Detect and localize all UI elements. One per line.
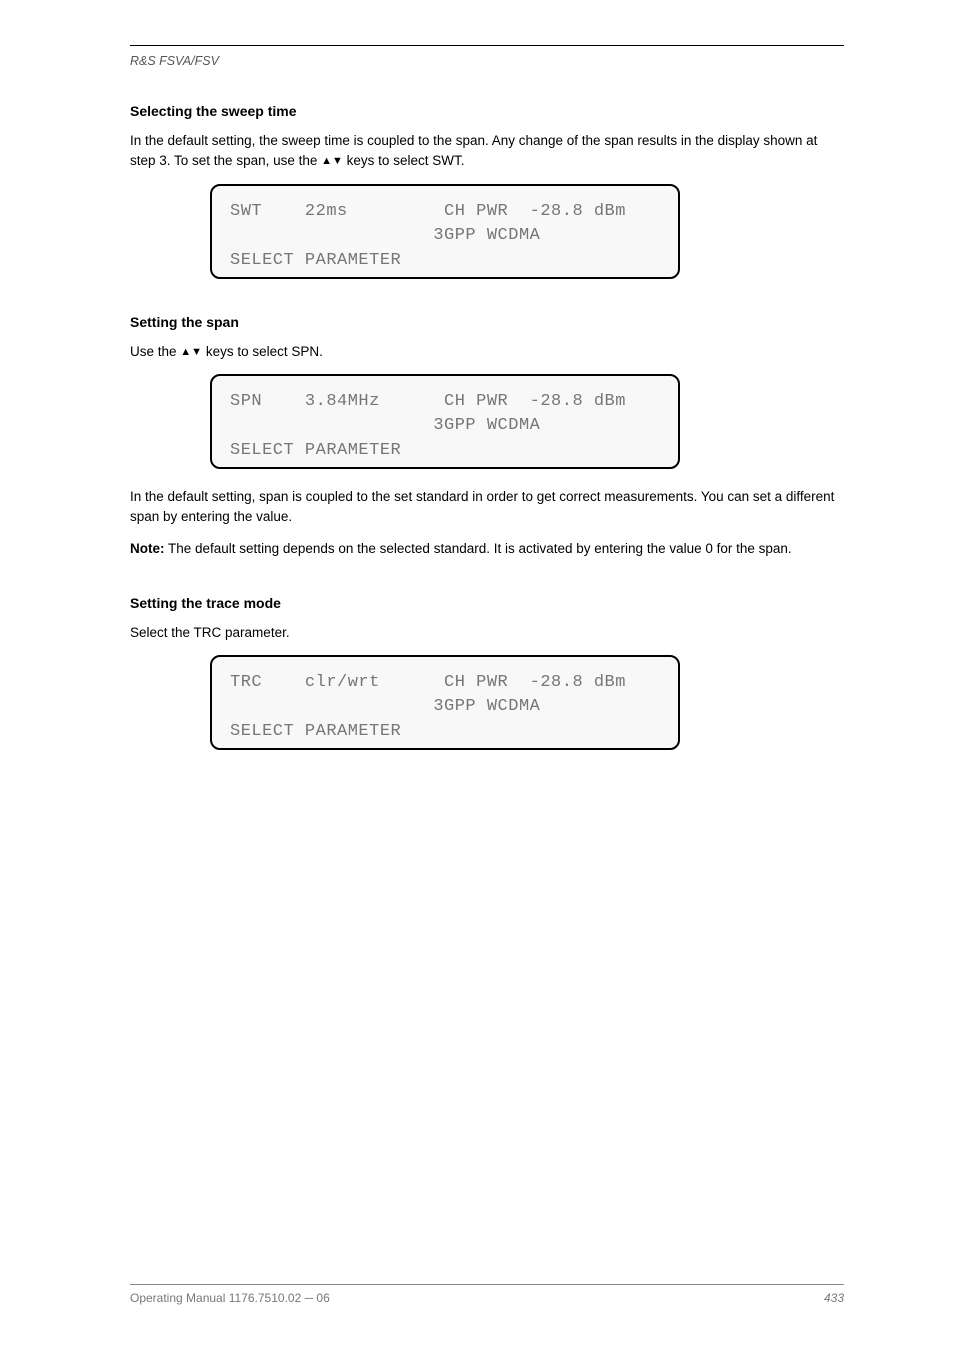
lcd-line-2: 3GPP WCDMA: [230, 226, 540, 245]
page-footer: Operating Manual 1176.7510.02 ─ 06 433: [130, 1284, 844, 1305]
note-label: Note:: [130, 541, 165, 556]
header-rule: [130, 45, 844, 46]
lcd-display-trc: TRC clr/wrt CH PWR -28.8 dBm 3GPP WCDMA …: [210, 655, 680, 750]
text-segment: Use the: [130, 344, 180, 359]
lcd-line-1: SPN 3.84MHz CH PWR -28.8 dBm: [230, 392, 626, 411]
lcd-line-1: TRC clr/wrt CH PWR -28.8 dBm: [230, 673, 626, 692]
up-triangle-icon: ▲: [321, 155, 332, 167]
footer-left: Operating Manual 1176.7510.02 ─ 06: [130, 1291, 330, 1305]
para-span-1: Use the ▲▼ keys to select SPN.: [130, 342, 844, 362]
text-segment: In the default setting, the sweep time i…: [130, 133, 817, 168]
para-sweep-time: In the default setting, the sweep time i…: [130, 131, 844, 172]
section-trace-mode: Setting the trace mode Select the TRC pa…: [130, 595, 844, 750]
lcd-line-1: SWT 22ms CH PWR -28.8 dBm: [230, 202, 626, 221]
section-sweep-time: Selecting the sweep time In the default …: [130, 103, 844, 279]
lcd-line-3: SELECT PARAMETER: [230, 722, 401, 741]
page-number: 433: [824, 1291, 844, 1305]
footer-rule: [130, 1284, 844, 1285]
note-span: Note: The default setting depends on the…: [130, 539, 844, 559]
lcd-display-swt: SWT 22ms CH PWR -28.8 dBm 3GPP WCDMA SEL…: [210, 184, 680, 279]
footer-row: Operating Manual 1176.7510.02 ─ 06 433: [130, 1291, 844, 1305]
breadcrumb: R&S FSVA/FSV: [130, 54, 844, 68]
text-segment: keys to select SPN.: [202, 344, 323, 359]
note-text: The default setting depends on the selec…: [165, 541, 792, 556]
up-triangle-icon: ▲: [180, 346, 191, 358]
heading-span: Setting the span: [130, 314, 844, 330]
down-triangle-icon: ▼: [191, 346, 202, 358]
para-trace-mode: Select the TRC parameter.: [130, 623, 844, 643]
lcd-line-3: SELECT PARAMETER: [230, 251, 401, 270]
section-span: Setting the span Use the ▲▼ keys to sele…: [130, 314, 844, 560]
lcd-line-2: 3GPP WCDMA: [230, 697, 540, 716]
lcd-line-2: 3GPP WCDMA: [230, 416, 540, 435]
heading-trace-mode: Setting the trace mode: [130, 595, 844, 611]
para-span-2: In the default setting, span is coupled …: [130, 487, 844, 528]
text-segment: keys to select SWT.: [343, 153, 465, 168]
page-header: R&S FSVA/FSV: [130, 45, 844, 68]
heading-sweep-time: Selecting the sweep time: [130, 103, 844, 119]
lcd-line-3: SELECT PARAMETER: [230, 441, 401, 460]
lcd-display-spn: SPN 3.84MHz CH PWR -28.8 dBm 3GPP WCDMA …: [210, 374, 680, 469]
down-triangle-icon: ▼: [332, 155, 343, 167]
